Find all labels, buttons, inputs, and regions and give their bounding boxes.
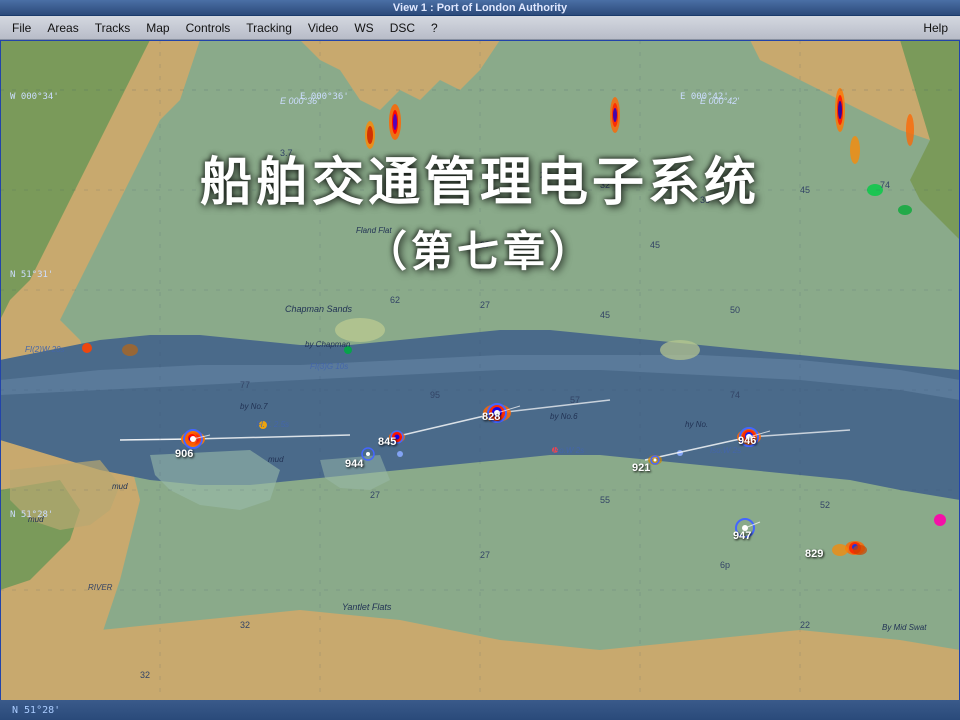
depth-18: 27 <box>370 490 380 500</box>
label-by-mid-swat: By Mid Swat <box>882 623 926 632</box>
depth-7: 74 <box>880 180 890 190</box>
vessel-label-921: 921 <box>632 462 650 474</box>
label-by-no7: by No.7 <box>240 402 268 411</box>
label-fly: Fl.Y. 2.5s <box>256 420 289 429</box>
overlay-text: 船舶交通管理电子系统 （第七章） <box>100 150 860 279</box>
label-e036: E 000°36' <box>280 96 319 106</box>
depth-20: 52 <box>820 500 830 510</box>
status-coord-left: N 51°28' <box>0 705 72 716</box>
label-hy-no: hy No. <box>685 420 708 429</box>
depth-11: 27 <box>480 300 490 310</box>
chinese-title-line2: （第七章） <box>100 218 860 279</box>
menu-file[interactable]: File <box>4 19 39 37</box>
depth-19: 55 <box>600 495 610 505</box>
depth-21: 27 <box>480 550 490 560</box>
label-by-chapman: by Chapman <box>305 340 350 349</box>
vessel-label-828: 828 <box>482 411 500 423</box>
label-fi2w: FI(2)W 20s <box>25 345 65 354</box>
label-mud3: mud <box>268 455 284 464</box>
label-e042: E 000°42' <box>700 96 739 106</box>
vessel-label-947: 947 <box>733 530 751 542</box>
depth-14: 77 <box>240 380 250 390</box>
menu-controls[interactable]: Controls <box>178 19 239 37</box>
depth-16: 57 <box>570 395 580 405</box>
menu-ws[interactable]: WS <box>346 19 381 37</box>
label-fi3g: FI(3)G 10s <box>310 362 348 371</box>
window-title: View 1 : Port of London Authority <box>393 2 567 14</box>
vessel-label-944: 944 <box>345 458 363 470</box>
menu-tracking[interactable]: Tracking <box>238 19 300 37</box>
coord-top-left: W 000°34' <box>10 92 59 102</box>
menu-dsc[interactable]: DSC <box>382 19 423 37</box>
label-isow2: Iso.W 2s <box>710 446 741 455</box>
depth-12: 45 <box>600 310 610 320</box>
depth-10: 62 <box>390 295 400 305</box>
menu-map[interactable]: Map <box>138 19 177 37</box>
label-river: RIVER <box>88 583 112 592</box>
depth-17: 74 <box>730 390 740 400</box>
depth-13: 50 <box>730 305 740 315</box>
depth-24: 22 <box>800 620 810 630</box>
menu-video[interactable]: Video <box>300 19 346 37</box>
coord-lat1: N 51°31' <box>10 270 53 280</box>
menu-bar: File Areas Tracks Map Controls Tracking … <box>0 16 960 40</box>
menu-tracks[interactable]: Tracks <box>87 19 139 37</box>
depth-22: 6p <box>720 560 730 570</box>
menu-question[interactable]: ? <box>423 19 446 37</box>
status-bar: N 51°28' <box>0 700 960 720</box>
label-mud2: mud <box>112 482 128 491</box>
label-yantlet-flats: Yantlet Flats <box>342 602 391 612</box>
depth-25: 32 <box>140 670 150 680</box>
vessel-label-829: 829 <box>805 548 823 560</box>
depth-23: 32 <box>240 620 250 630</box>
label-chapman-sands: Chapman Sands <box>285 304 352 314</box>
label-by-no6: by No.6 <box>550 412 578 421</box>
chinese-title-line1: 船舶交通管理电子系统 <box>100 150 860 218</box>
label-mud1: mud <box>28 515 44 524</box>
vessel-label-845: 845 <box>378 436 396 448</box>
title-bar: View 1 : Port of London Authority <box>0 0 960 16</box>
vessel-label-906: 906 <box>175 448 193 460</box>
chart-svg <box>0 40 960 720</box>
depth-15: 95 <box>430 390 440 400</box>
map-area[interactable]: W 000°34' E 000°36' E 000°42' N 51°31' N… <box>0 40 960 720</box>
menu-areas[interactable]: Areas <box>39 19 86 37</box>
vessel-label-946: 946 <box>738 435 756 447</box>
menu-help[interactable]: Help <box>915 19 956 37</box>
label-isow1: Iso.W 2s <box>553 446 584 455</box>
